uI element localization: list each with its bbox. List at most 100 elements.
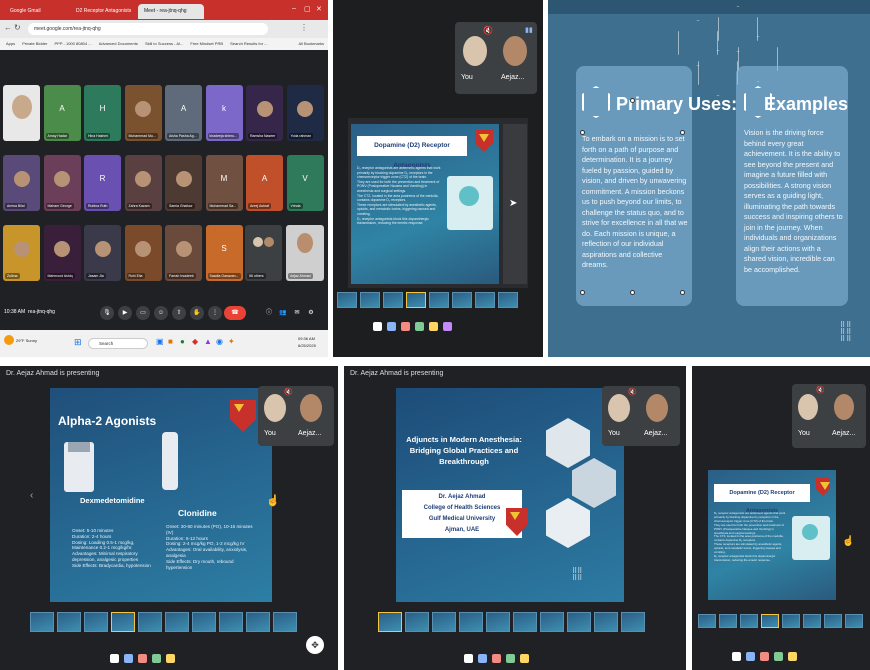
rotate-handle[interactable] <box>630 98 635 103</box>
slide-thumbnail[interactable] <box>824 614 842 628</box>
participant-tile[interactable]: Rohi Ella <box>124 225 162 281</box>
participant-tile[interactable]: Samia Ghafoor <box>165 155 202 211</box>
slide-thumbnail[interactable] <box>432 612 456 632</box>
taskbar-app-icon[interactable] <box>110 654 119 663</box>
taskbar-app-icon[interactable] <box>760 652 769 661</box>
slide-thumbnail[interactable] <box>406 292 426 308</box>
camera-icon[interactable]: ▶ <box>118 306 132 320</box>
slide-thumbnail[interactable] <box>459 612 483 632</box>
taskbar-app-icon[interactable] <box>387 322 396 331</box>
slide-thumbnail[interactable] <box>337 292 357 308</box>
back-icon[interactable]: ← <box>4 23 12 32</box>
slide-thumbnail[interactable] <box>486 612 510 632</box>
slide-thumbnail[interactable] <box>475 292 495 308</box>
resize-handle[interactable] <box>680 290 685 295</box>
slide-thumbnail[interactable] <box>192 612 216 632</box>
participant-tile[interactable]: Mahmood Ashiq <box>43 225 81 281</box>
resize-handle[interactable] <box>580 290 585 295</box>
captions-icon[interactable]: ▭ <box>136 306 150 320</box>
participant-tile[interactable]: R Rubina Ruth <box>84 155 121 211</box>
participant-tile[interactable]: V Vrinda <box>286 155 324 211</box>
taskbar-app-icon[interactable]: ■ <box>168 337 173 346</box>
info-icon[interactable]: ⓘ <box>262 306 276 320</box>
slide-thumbnail[interactable] <box>219 612 243 632</box>
slide-thumbnail[interactable] <box>429 292 449 308</box>
slide-thumbnail[interactable] <box>84 612 108 632</box>
minimize-icon[interactable]: – <box>292 5 296 12</box>
fullscreen-icon[interactable]: ✥ <box>306 636 324 654</box>
bookmark[interactable]: All Bookmarks <box>298 38 324 50</box>
slide-thumbnail[interactable] <box>405 612 429 632</box>
slide-thumbnail[interactable] <box>803 614 821 628</box>
chat-icon[interactable]: ✉ <box>290 306 304 320</box>
participant-tile[interactable]: S Saadia Ganavan... <box>205 225 243 281</box>
taskbar-app-icon[interactable] <box>746 652 755 661</box>
slide-thumbnail[interactable] <box>57 612 81 632</box>
slide-thumbnail[interactable] <box>567 612 591 632</box>
participant-tile[interactable]: Muhammad Mu... <box>124 85 162 141</box>
participant-tile[interactable]: M Muhammad Sa... <box>205 155 243 211</box>
menu-icon[interactable]: ⋮ <box>300 23 308 32</box>
mic-icon[interactable]: 🎙 <box>100 306 114 320</box>
taskbar-app-icon[interactable] <box>443 322 452 331</box>
resize-handle[interactable] <box>630 290 635 295</box>
slide-thumbnail[interactable] <box>621 612 645 632</box>
participant-tile[interactable]: Zahra Kazam <box>124 155 162 211</box>
raise-hand-icon[interactable]: ✋ <box>190 306 204 320</box>
taskbar-app-icon[interactable]: ◆ <box>192 337 198 346</box>
slide-thumbnail[interactable] <box>246 612 270 632</box>
participant-tile-self[interactable] <box>3 85 40 141</box>
taskbar-app-icon[interactable] <box>415 322 424 331</box>
slide-thumbnail[interactable] <box>698 614 716 628</box>
windows-start-icon[interactable]: ⊞ <box>74 337 82 348</box>
participant-tile[interactable]: Yoda rahman <box>286 85 324 141</box>
taskbar-app-icon[interactable]: ◉ <box>216 337 223 346</box>
bookmark[interactable]: Free Mindset PRB <box>190 41 223 46</box>
maximize-icon[interactable]: ▢ <box>304 5 311 13</box>
tab-gmail[interactable]: Google Gmail <box>4 4 68 19</box>
participant-tile[interactable]: Jasam Jia <box>84 225 121 281</box>
taskbar-app-icon[interactable] <box>506 654 515 663</box>
participant-tile[interactable]: Amina Bilal <box>3 155 40 211</box>
participant-tile[interactable]: A Aisha Pasha Ag... <box>165 85 202 141</box>
taskbar-app-icon[interactable] <box>732 652 741 661</box>
participant-tile[interactable]: Maham George <box>43 155 81 211</box>
taskbar-app-icon[interactable] <box>478 654 487 663</box>
prev-slide-icon[interactable]: ‹ <box>30 490 33 501</box>
taskbar-app-icon[interactable] <box>152 654 161 663</box>
participant-tile[interactable]: H Hina Hashmi <box>84 85 121 141</box>
participant-tile[interactable]: Ramsha Naseer <box>246 85 283 141</box>
slide-thumbnail[interactable] <box>845 614 863 628</box>
taskbar-app-icon[interactable] <box>373 322 382 331</box>
taskbar-app-icon[interactable] <box>520 654 529 663</box>
bookmark[interactable]: Skill to Success - Al... <box>145 41 183 46</box>
participant-tile[interactable]: k khadeeja shimu... <box>205 85 243 141</box>
taskbar-app-icon[interactable]: ● <box>180 337 185 346</box>
leave-call-icon[interactable]: ☎ <box>224 306 246 320</box>
activities-icon[interactable]: ⚙ <box>304 306 318 320</box>
taskbar-app-icon[interactable] <box>429 322 438 331</box>
taskbar-search[interactable]: Search <box>88 338 148 349</box>
primary-uses-text[interactable]: To embark on a mission is to set forth o… <box>582 134 688 271</box>
tab-d2-slides[interactable]: D2 Receptor Antagonists & Al x <box>70 4 136 29</box>
slide-thumbnail[interactable] <box>360 292 380 308</box>
present-icon[interactable]: ⇧ <box>172 306 186 320</box>
bookmark[interactable]: Advanced Documents <box>99 41 138 46</box>
resize-handle[interactable] <box>680 130 685 135</box>
speaker-tile[interactable]: Aejaz Ahmad <box>286 225 324 281</box>
taskbar-app-icon[interactable] <box>492 654 501 663</box>
slide-thumbnail[interactable] <box>378 612 402 632</box>
people-icon[interactable]: 👥 <box>276 306 290 320</box>
slide-thumbnail[interactable] <box>30 612 54 632</box>
participant-tile[interactable]: Farrah Irsadeek <box>165 225 202 281</box>
slide-thumbnail[interactable] <box>273 612 297 632</box>
slide-thumbnail[interactable] <box>740 614 758 628</box>
slide-thumbnail[interactable] <box>138 612 162 632</box>
slide-thumbnail[interactable] <box>594 612 618 632</box>
taskbar-app-icon[interactable]: ▣ <box>156 337 164 346</box>
slide-thumbnail[interactable] <box>782 614 800 628</box>
close-icon[interactable]: ✕ <box>316 5 322 13</box>
slide-thumbnail[interactable] <box>383 292 403 308</box>
resize-handle[interactable] <box>580 130 585 135</box>
reload-icon[interactable]: ↻ <box>14 23 21 32</box>
